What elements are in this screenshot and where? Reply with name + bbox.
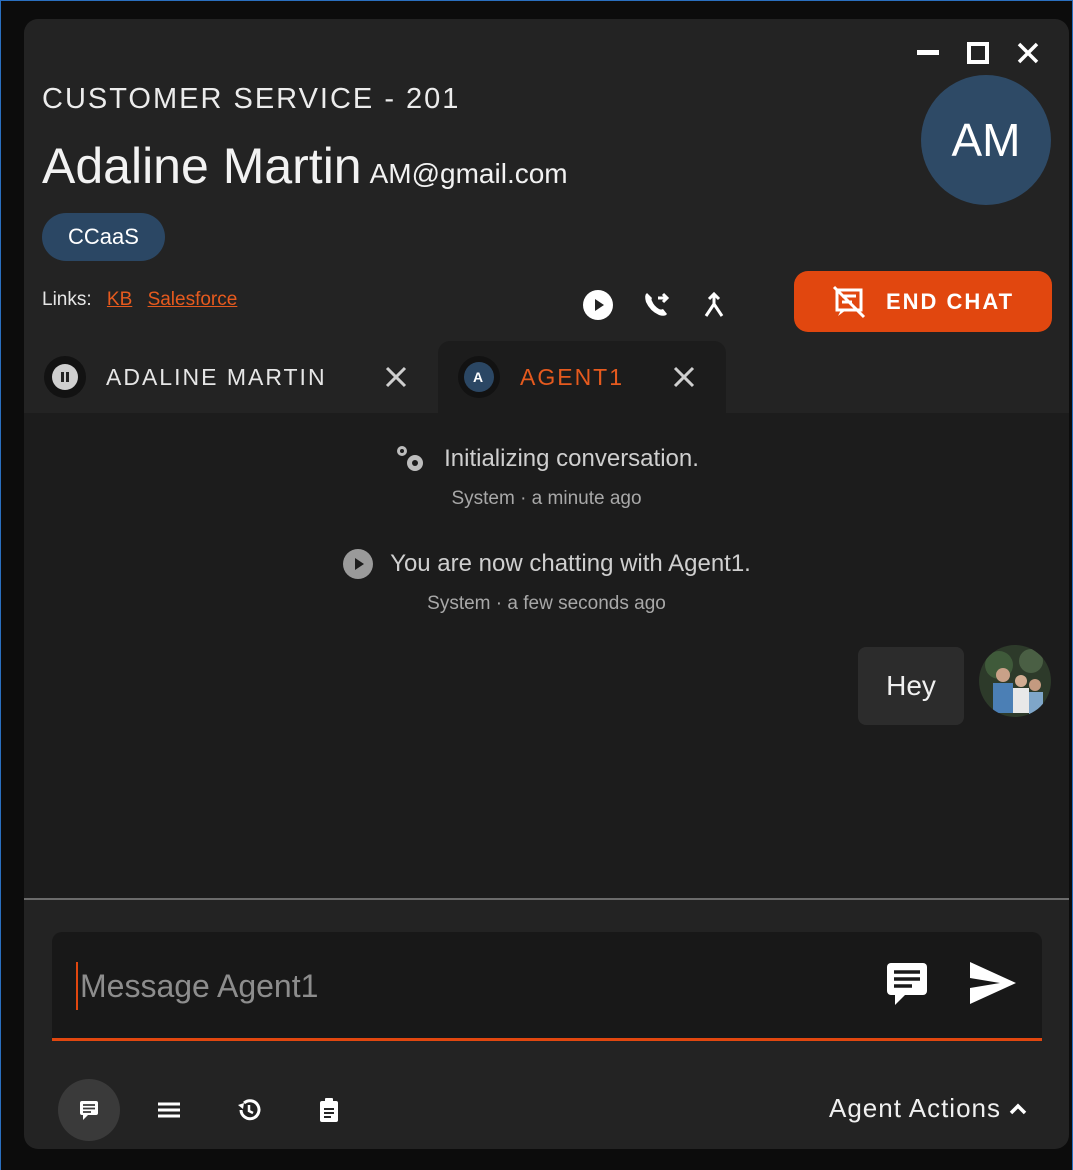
system-message-text: You are now chatting with Agent1. xyxy=(390,550,751,577)
window-controls xyxy=(911,39,1045,67)
tab-close-icon[interactable] xyxy=(664,357,704,397)
system-message-meta: System · a few seconds ago xyxy=(427,593,666,614)
play-circle-icon xyxy=(343,549,374,579)
tab-close-icon[interactable] xyxy=(376,357,416,397)
message-bubble: Hey xyxy=(858,647,964,725)
bottom-toolbar xyxy=(58,1079,360,1141)
sender-avatar xyxy=(979,645,1051,717)
end-chat-button[interactable]: END CHAT xyxy=(794,271,1052,332)
send-icon[interactable] xyxy=(966,956,1020,1010)
customer-avatar: AM xyxy=(921,75,1051,205)
agent-actions-button[interactable]: Agent Actions xyxy=(829,1093,1027,1124)
customer-header: Adaline Martin AM@gmail.com xyxy=(42,137,568,195)
agent-avatar-letter: A xyxy=(464,362,494,392)
tab-avatar: A xyxy=(458,356,500,398)
clipboard-icon[interactable] xyxy=(298,1079,360,1141)
pause-icon xyxy=(52,364,78,390)
customer-name: Adaline Martin xyxy=(42,138,362,194)
system-message-meta: System · a minute ago xyxy=(451,488,642,509)
system-message-line: Initializing conversation. xyxy=(394,443,699,475)
message-composer xyxy=(52,932,1042,1041)
chevron-up-icon xyxy=(1009,1103,1027,1114)
tab-status-icon xyxy=(44,356,86,398)
end-chat-label: END CHAT xyxy=(885,288,1015,314)
chat-transcript: Initializing conversation. System · a mi… xyxy=(24,413,1069,900)
tab-agent1[interactable]: A AGENT1 xyxy=(438,341,726,413)
links-label: Links: xyxy=(42,289,92,310)
canned-responses-icon[interactable] xyxy=(880,956,934,1010)
agent-actions-label: Agent Actions xyxy=(829,1093,1001,1123)
call-actions xyxy=(576,283,736,327)
minimize-icon[interactable] xyxy=(911,39,945,67)
play-icon[interactable] xyxy=(576,283,620,327)
close-icon[interactable] xyxy=(1011,39,1045,67)
link-salesforce[interactable]: Salesforce xyxy=(148,289,238,310)
merge-icon[interactable] xyxy=(692,283,736,327)
gears-icon xyxy=(397,446,424,471)
tab-adaline-martin[interactable]: ADALINE MARTIN xyxy=(24,341,438,413)
chat-window: CUSTOMER SERVICE - 201 Adaline Martin AM@… xyxy=(24,19,1069,1149)
system-message: You are now chatting with Agent1. System… xyxy=(24,548,1069,615)
links-bar: Links: KB Salesforce xyxy=(42,289,237,311)
app-frame: CUSTOMER SERVICE - 201 Adaline Martin AM@… xyxy=(0,0,1073,1170)
system-message-line: You are now chatting with Agent1. xyxy=(342,548,751,580)
channel-chip: CCaaS xyxy=(42,213,165,261)
history-icon[interactable] xyxy=(218,1079,280,1141)
tab-label: ADALINE MARTIN xyxy=(106,363,327,390)
conversation-tabs: ADALINE MARTIN A AGENT1 xyxy=(24,341,1069,413)
tab-label: AGENT1 xyxy=(520,363,625,390)
message-input[interactable] xyxy=(76,962,862,1010)
transfer-call-icon[interactable] xyxy=(634,283,678,327)
list-icon[interactable] xyxy=(138,1079,200,1141)
link-kb[interactable]: KB xyxy=(107,289,132,310)
chat-view-icon[interactable] xyxy=(58,1079,120,1141)
customer-email: AM@gmail.com xyxy=(369,158,568,189)
system-message: Initializing conversation. System · a mi… xyxy=(24,443,1069,510)
end-chat-icon xyxy=(832,285,866,318)
maximize-icon[interactable] xyxy=(961,39,995,67)
system-message-text: Initializing conversation. xyxy=(444,445,699,472)
queue-name: CUSTOMER SERVICE - 201 xyxy=(42,83,461,115)
